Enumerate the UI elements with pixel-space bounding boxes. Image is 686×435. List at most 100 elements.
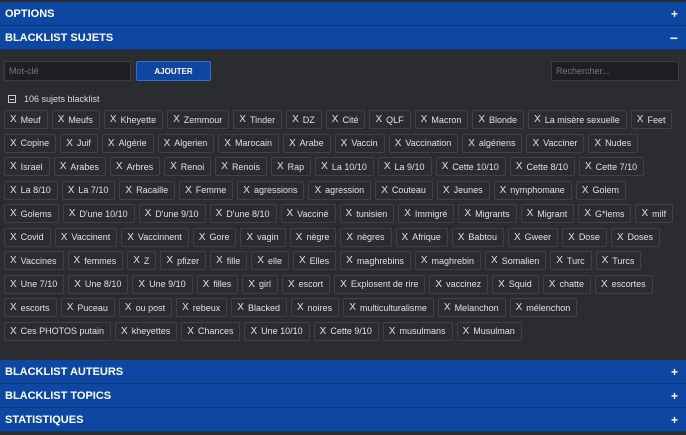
remove-icon[interactable]: X — [514, 232, 521, 243]
blacklist-tag[interactable]: X Cette 7/10 — [578, 157, 645, 176]
blacklist-tag[interactable]: X La misère sexuelle — [528, 110, 627, 129]
remove-icon[interactable]: X — [243, 185, 250, 196]
remove-icon[interactable]: X — [216, 255, 223, 266]
blacklist-tag[interactable]: Xchatte — [542, 274, 591, 294]
collapse-list-icon[interactable] — [8, 95, 16, 103]
blacklist-tag[interactable]: Xrebeux — [176, 298, 228, 317]
blacklist-tag[interactable]: X Turc — [550, 251, 592, 270]
remove-icon[interactable]: X — [346, 208, 353, 219]
remove-icon[interactable]: X — [321, 161, 328, 172]
remove-icon[interactable]: X — [10, 302, 17, 313]
remove-icon[interactable]: X — [549, 279, 556, 290]
blacklist-tag[interactable]: Xagression — [308, 180, 372, 200]
blacklist-tag[interactable]: X Meufs — [51, 110, 100, 129]
add-button[interactable]: AJOUTER — [136, 61, 211, 81]
remove-icon[interactable]: X — [170, 161, 177, 172]
remove-icon[interactable]: X — [463, 326, 470, 337]
blacklist-tag[interactable]: X Gweer — [507, 227, 559, 247]
blacklist-tag[interactable]: X Arbres — [109, 157, 161, 176]
remove-icon[interactable]: X — [67, 302, 74, 313]
remove-icon[interactable]: X — [61, 232, 68, 243]
blacklist-tag[interactable]: X Migrant — [520, 204, 575, 223]
remove-icon[interactable]: X — [464, 208, 471, 219]
remove-icon[interactable]: X — [314, 185, 321, 196]
remove-icon[interactable]: X — [442, 161, 449, 172]
section-options-header[interactable]: OPTIONS + — [0, 2, 686, 26]
remove-icon[interactable]: X — [527, 208, 534, 219]
remove-icon[interactable]: X — [389, 326, 396, 337]
remove-icon[interactable]: X — [340, 279, 347, 290]
remove-icon[interactable]: X — [498, 279, 505, 290]
remove-icon[interactable]: X — [458, 232, 465, 243]
blacklist-tag[interactable]: X Covid — [4, 227, 51, 247]
blacklist-tag[interactable]: X Femme — [179, 180, 234, 200]
blacklist-tag[interactable]: Xmilf — [635, 204, 674, 223]
blacklist-tag[interactable]: X La 9/10 — [377, 157, 432, 176]
keyword-input[interactable] — [4, 61, 131, 81]
blacklist-tag[interactable]: X Afrique — [395, 227, 448, 247]
section-blacklist-auteurs-header[interactable]: BLACKLIST AUTEURS + — [0, 360, 686, 384]
remove-icon[interactable]: X — [58, 114, 65, 125]
blacklist-tag[interactable]: X Blonde — [472, 110, 525, 129]
remove-icon[interactable]: X — [556, 255, 563, 266]
blacklist-tag[interactable]: X Vacciné — [280, 204, 336, 223]
blacklist-tag[interactable]: Xfille — [210, 251, 248, 270]
remove-icon[interactable]: X — [10, 138, 17, 149]
blacklist-tag[interactable]: X Nudes — [588, 133, 639, 153]
blacklist-tag[interactable]: X Renois — [215, 157, 267, 176]
blacklist-tag[interactable]: X Blacked — [231, 298, 287, 317]
blacklist-tag[interactable]: X Une 7/10 — [4, 274, 65, 294]
blacklist-tag[interactable]: X Couteau — [375, 180, 433, 200]
blacklist-tag[interactable]: Xtunisien — [339, 204, 395, 223]
remove-icon[interactable]: X — [320, 326, 327, 337]
remove-icon[interactable]: X — [444, 302, 451, 313]
blacklist-tag[interactable]: X Squid — [492, 274, 539, 294]
remove-icon[interactable]: X — [221, 161, 228, 172]
blacklist-tag[interactable]: X Puceau — [60, 298, 115, 317]
blacklist-tag[interactable]: Xfilles — [196, 274, 239, 294]
remove-icon[interactable]: X — [250, 326, 257, 337]
blacklist-tag[interactable]: X La 10/10 — [315, 157, 374, 176]
blacklist-tag[interactable]: X Immigré — [398, 204, 455, 223]
remove-icon[interactable]: X — [10, 114, 17, 125]
blacklist-tag[interactable]: X Vaccinnent — [121, 227, 189, 247]
remove-icon[interactable]: X — [60, 161, 67, 172]
blacklist-tag[interactable]: X Somalien — [485, 251, 547, 270]
remove-icon[interactable]: X — [641, 208, 648, 219]
remove-icon[interactable]: X — [69, 208, 76, 219]
blacklist-tag[interactable]: X Gore — [192, 227, 237, 247]
remove-icon[interactable]: X — [585, 161, 592, 172]
remove-icon[interactable]: X — [66, 138, 73, 149]
remove-icon[interactable]: X — [584, 208, 591, 219]
remove-icon[interactable]: X — [108, 138, 115, 149]
remove-icon[interactable]: X — [500, 185, 507, 196]
remove-icon[interactable]: X — [248, 279, 255, 290]
blacklist-tag[interactable]: X QLF — [369, 110, 411, 129]
section-blacklist-sujets-header[interactable]: BLACKLIST SUJETS − — [0, 26, 686, 50]
blacklist-tag[interactable]: X Juif — [60, 133, 98, 153]
remove-icon[interactable]: X — [402, 232, 409, 243]
blacklist-tag[interactable]: X Meuf — [4, 110, 48, 129]
blacklist-tag[interactable]: X Une 8/10 — [68, 274, 129, 294]
blacklist-tag[interactable]: X Golem — [575, 180, 626, 200]
remove-icon[interactable]: X — [491, 255, 498, 266]
remove-icon[interactable]: X — [74, 255, 81, 266]
blacklist-tag[interactable]: X Cette 9/10 — [313, 321, 379, 341]
blacklist-tag[interactable]: Xalgériens — [462, 133, 523, 153]
blacklist-tag[interactable]: X Cette 8/10 — [509, 157, 575, 176]
remove-icon[interactable]: X — [287, 208, 294, 219]
remove-icon[interactable]: X — [164, 138, 171, 149]
blacklist-tag[interactable]: X DZ — [286, 110, 322, 129]
blacklist-tag[interactable]: X Golems — [4, 204, 59, 223]
remove-icon[interactable]: X — [478, 114, 485, 125]
blacklist-tag[interactable]: Xgirl — [242, 274, 278, 294]
blacklist-tag[interactable]: X Elles — [292, 251, 337, 270]
remove-icon[interactable]: X — [532, 138, 539, 149]
blacklist-tag[interactable]: X Israel — [4, 157, 50, 176]
remove-icon[interactable]: X — [384, 161, 391, 172]
blacklist-tag[interactable]: X Dose — [562, 227, 607, 247]
remove-icon[interactable]: X — [568, 232, 575, 243]
remove-icon[interactable]: X — [341, 138, 348, 149]
remove-icon[interactable]: X — [435, 279, 442, 290]
remove-icon[interactable]: X — [138, 279, 145, 290]
